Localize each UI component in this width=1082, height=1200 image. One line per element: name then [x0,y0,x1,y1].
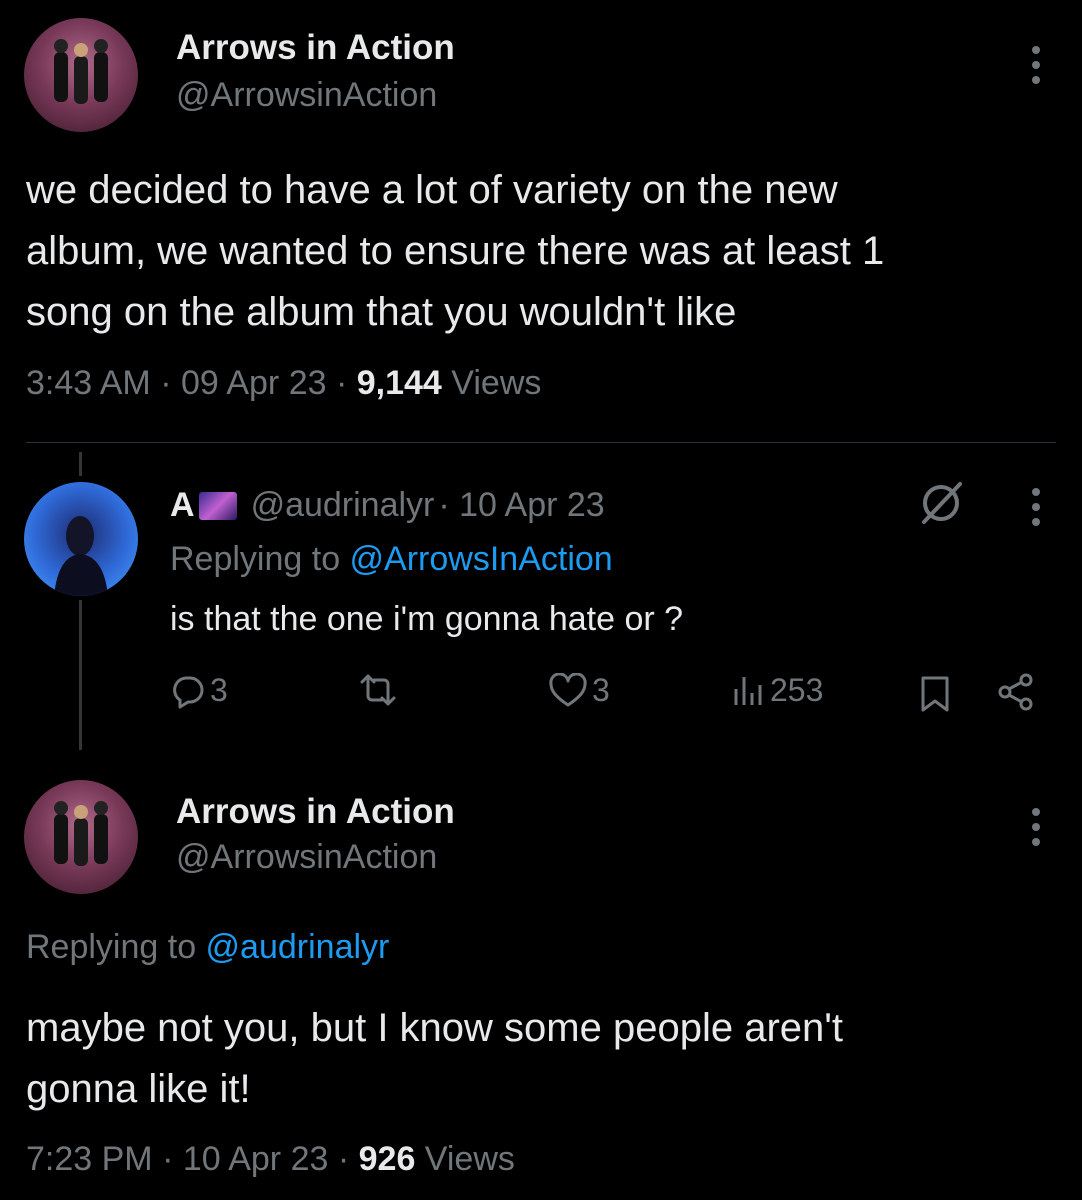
reply-text: is that the one i'm gonna hate or ? [170,600,684,638]
tweet-text-line: gonna like it! [26,1067,251,1111]
tweet-text-line: we decided to have a lot of variety on t… [26,168,838,212]
bookmark-button[interactable] [918,674,952,714]
thread-line [79,452,82,476]
avatar[interactable] [24,482,138,596]
tweet-timestamp[interactable]: 3:43 AM · 09 Apr 23 · [26,364,357,402]
share-icon [998,673,1033,711]
comment-icon [173,676,204,708]
views-count: 253 [770,672,824,708]
views-count: 926 [358,1140,416,1178]
like-button[interactable]: 3 [548,672,610,709]
analytics-icon [734,676,762,705]
retweet-icon [360,674,396,706]
views-label: Views [441,364,542,402]
more-options-icon[interactable] [1032,488,1042,533]
band-photo-icon [54,801,108,866]
author-name[interactable]: A [170,486,195,525]
reply-header: A @audrinalyr · 10 Apr 23 [170,486,605,525]
avatar[interactable] [24,780,138,894]
more-options-icon[interactable] [1032,46,1042,91]
author-name[interactable]: Arrows in Action [176,792,455,832]
divider [26,442,1056,443]
replying-to-link[interactable]: @ArrowsInAction [350,540,613,578]
grok-icon[interactable] [916,478,966,528]
replying-to: Replying to @ArrowsInAction [170,540,613,579]
thread-line [79,600,82,750]
tweet-meta: 7:23 PM · 10 Apr 23 · 926 Views [26,1140,515,1179]
author-name[interactable]: Arrows in Action [176,28,455,68]
replying-prefix: Replying to [170,540,350,578]
tweet-text: we decided to have a lot of variety on t… [26,160,1066,343]
bookmark-icon [921,676,949,712]
replying-to-link[interactable]: @audrinalyr [206,928,390,966]
tweet-text-line: maybe not you, but I know some people ar… [26,1006,844,1050]
heart-icon [549,672,587,706]
person-photo-icon [54,516,108,596]
tweet-text-line: album, we wanted to ensure there was at … [26,229,885,273]
reply-count: 3 [210,672,228,708]
views-count: 9,144 [356,364,442,402]
tweet-timestamp[interactable]: 7:23 PM · 10 Apr 23 · [26,1140,359,1178]
author-handle[interactable]: @audrinalyr [251,486,435,525]
tweet-text: maybe not you, but I know some people ar… [26,998,1066,1120]
views-label: Views [415,1140,515,1178]
tweet-text-line: song on the album that you wouldn't like [26,290,737,334]
tweet-meta: 3:43 AM · 09 Apr 23 · 9,144 Views [26,364,541,403]
reply-date[interactable]: · 10 Apr 23 [438,486,604,525]
galaxy-emoji-icon [198,491,237,520]
author-handle[interactable]: @ArrowsinAction [176,838,437,877]
retweet-button[interactable] [356,672,400,708]
replying-to: Replying to @audrinalyr [26,928,389,967]
like-count: 3 [592,672,610,708]
avatar[interactable] [24,18,138,132]
views-button[interactable]: 253 [730,672,823,709]
more-options-icon[interactable] [1032,808,1042,853]
reply-button[interactable]: 3 [170,672,228,709]
replying-prefix: Replying to [26,928,206,966]
band-photo-icon [54,39,108,104]
author-handle[interactable]: @ArrowsinAction [176,76,437,115]
share-button[interactable] [996,672,1036,712]
